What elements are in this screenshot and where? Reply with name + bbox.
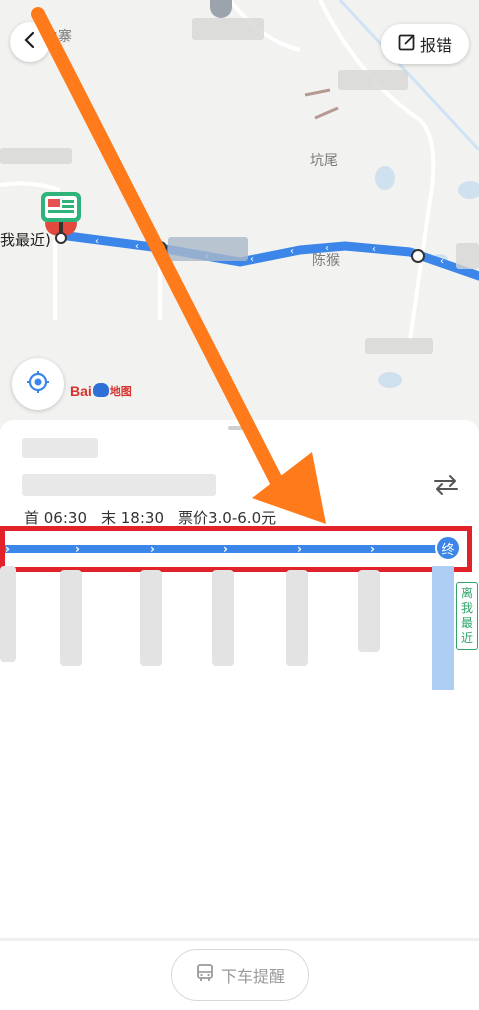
schedule-info: 首 06:30 末 18:30 票价3.0-6.0元 bbox=[24, 507, 276, 528]
drag-handle[interactable] bbox=[228, 426, 252, 430]
place-label-chenhou: 陈猴 bbox=[312, 253, 340, 269]
route-line-strip[interactable]: › › › › › › 终 bbox=[0, 526, 472, 572]
alight-reminder-label: 下车提醒 bbox=[220, 967, 285, 986]
svg-text:‹: ‹ bbox=[290, 246, 294, 257]
terminal-badge: 终 bbox=[435, 535, 461, 561]
logo-text-cn: 地图 bbox=[109, 386, 132, 398]
nearest-stop-tag: 离我最近 bbox=[456, 582, 478, 650]
bottom-bar: 下车提醒 bbox=[0, 938, 479, 1010]
back-icon bbox=[23, 31, 37, 53]
route-line: › › › › › › bbox=[5, 542, 445, 556]
nearest-stop-label: 我最近) bbox=[0, 231, 51, 249]
report-error-button[interactable]: 报错 bbox=[381, 24, 469, 64]
svg-text:‹: ‹ bbox=[135, 241, 139, 252]
route-info-panel: 首 06:30 末 18:30 票价3.0-6.0元 › › › › › › 终… bbox=[0, 420, 479, 940]
baidu-map-logo: Bai 地图 bbox=[70, 383, 132, 399]
report-error-label: 报错 bbox=[419, 36, 452, 55]
swap-direction-button[interactable] bbox=[431, 472, 461, 502]
edit-icon bbox=[398, 33, 416, 55]
bus-icon bbox=[195, 963, 215, 987]
place-label-kengwei: 坑尾 bbox=[310, 153, 338, 169]
alight-reminder-button[interactable]: 下车提醒 bbox=[171, 949, 309, 1001]
last-bus-time: 末 18:30 bbox=[101, 509, 164, 527]
swap-icon bbox=[433, 474, 459, 500]
svg-text:‹: ‹ bbox=[440, 256, 444, 267]
map-view[interactable]: ‹‹‹ ‹‹‹‹‹ 角寨 坑尾 陈猴 我最近) bbox=[0, 0, 479, 430]
fare-info: 票价3.0-6.0元 bbox=[178, 509, 277, 527]
svg-text:‹: ‹ bbox=[250, 254, 254, 265]
back-button[interactable] bbox=[10, 22, 50, 62]
svg-text:‹: ‹ bbox=[372, 244, 376, 255]
first-bus-time: 首 06:30 bbox=[24, 509, 87, 527]
svg-text:‹: ‹ bbox=[95, 236, 99, 247]
nearest-stop-marker[interactable] bbox=[432, 566, 454, 690]
logo-text: Bai bbox=[70, 383, 92, 399]
locate-button[interactable] bbox=[12, 358, 64, 410]
locate-icon bbox=[26, 370, 50, 398]
